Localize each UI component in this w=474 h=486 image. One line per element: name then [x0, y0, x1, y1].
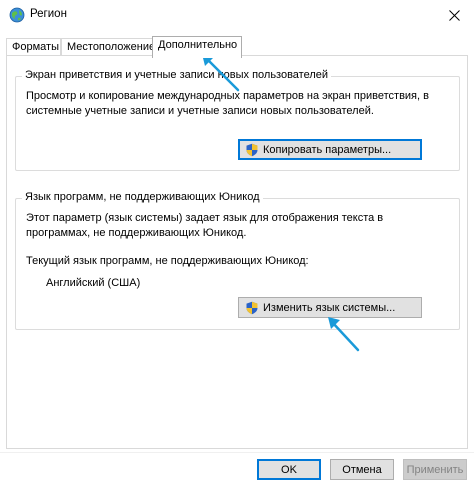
globe-icon: [9, 7, 25, 23]
non-unicode-group: Язык программ, не поддерживающих Юникод …: [15, 191, 460, 330]
welcome-screen-group: Экран приветствия и учетные записи новых…: [15, 69, 460, 171]
title-bar: Регион: [0, 0, 474, 30]
change-system-locale-label: Изменить язык системы...: [263, 301, 396, 314]
non-unicode-description-line1: Этот параметр (язык системы) задает язык…: [26, 212, 384, 224]
current-language-value: Английский (США): [46, 277, 141, 289]
uac-shield-icon: [246, 143, 258, 156]
copy-settings-label: Копировать параметры...: [263, 143, 392, 156]
non-unicode-group-title: Язык программ, не поддерживающих Юникод: [22, 191, 263, 203]
ok-button[interactable]: OK: [257, 459, 321, 480]
welcome-description-line1: Просмотр и копирование международных пар…: [26, 90, 429, 102]
copy-settings-button[interactable]: Копировать параметры...: [238, 139, 422, 160]
current-language-label: Текущий язык программ, не поддерживающих…: [26, 255, 309, 267]
footer-separator: [0, 452, 474, 453]
change-system-locale-button[interactable]: Изменить язык системы...: [238, 297, 422, 318]
tab-administrative[interactable]: Дополнительно: [152, 36, 242, 58]
close-button[interactable]: [434, 0, 474, 30]
welcome-description-line2: системные учетные записи и учетные запис…: [26, 105, 374, 117]
uac-shield-icon: [246, 301, 258, 314]
close-icon: [448, 9, 460, 21]
window-title: Регион: [30, 8, 67, 20]
cancel-button[interactable]: Отмена: [330, 459, 394, 480]
welcome-group-title: Экран приветствия и учетные записи новых…: [22, 69, 332, 81]
apply-button[interactable]: Применить: [403, 459, 467, 480]
tab-panel: Экран приветствия и учетные записи новых…: [6, 55, 468, 449]
non-unicode-description-line2: программах, не поддерживающих Юникод.: [26, 227, 247, 239]
